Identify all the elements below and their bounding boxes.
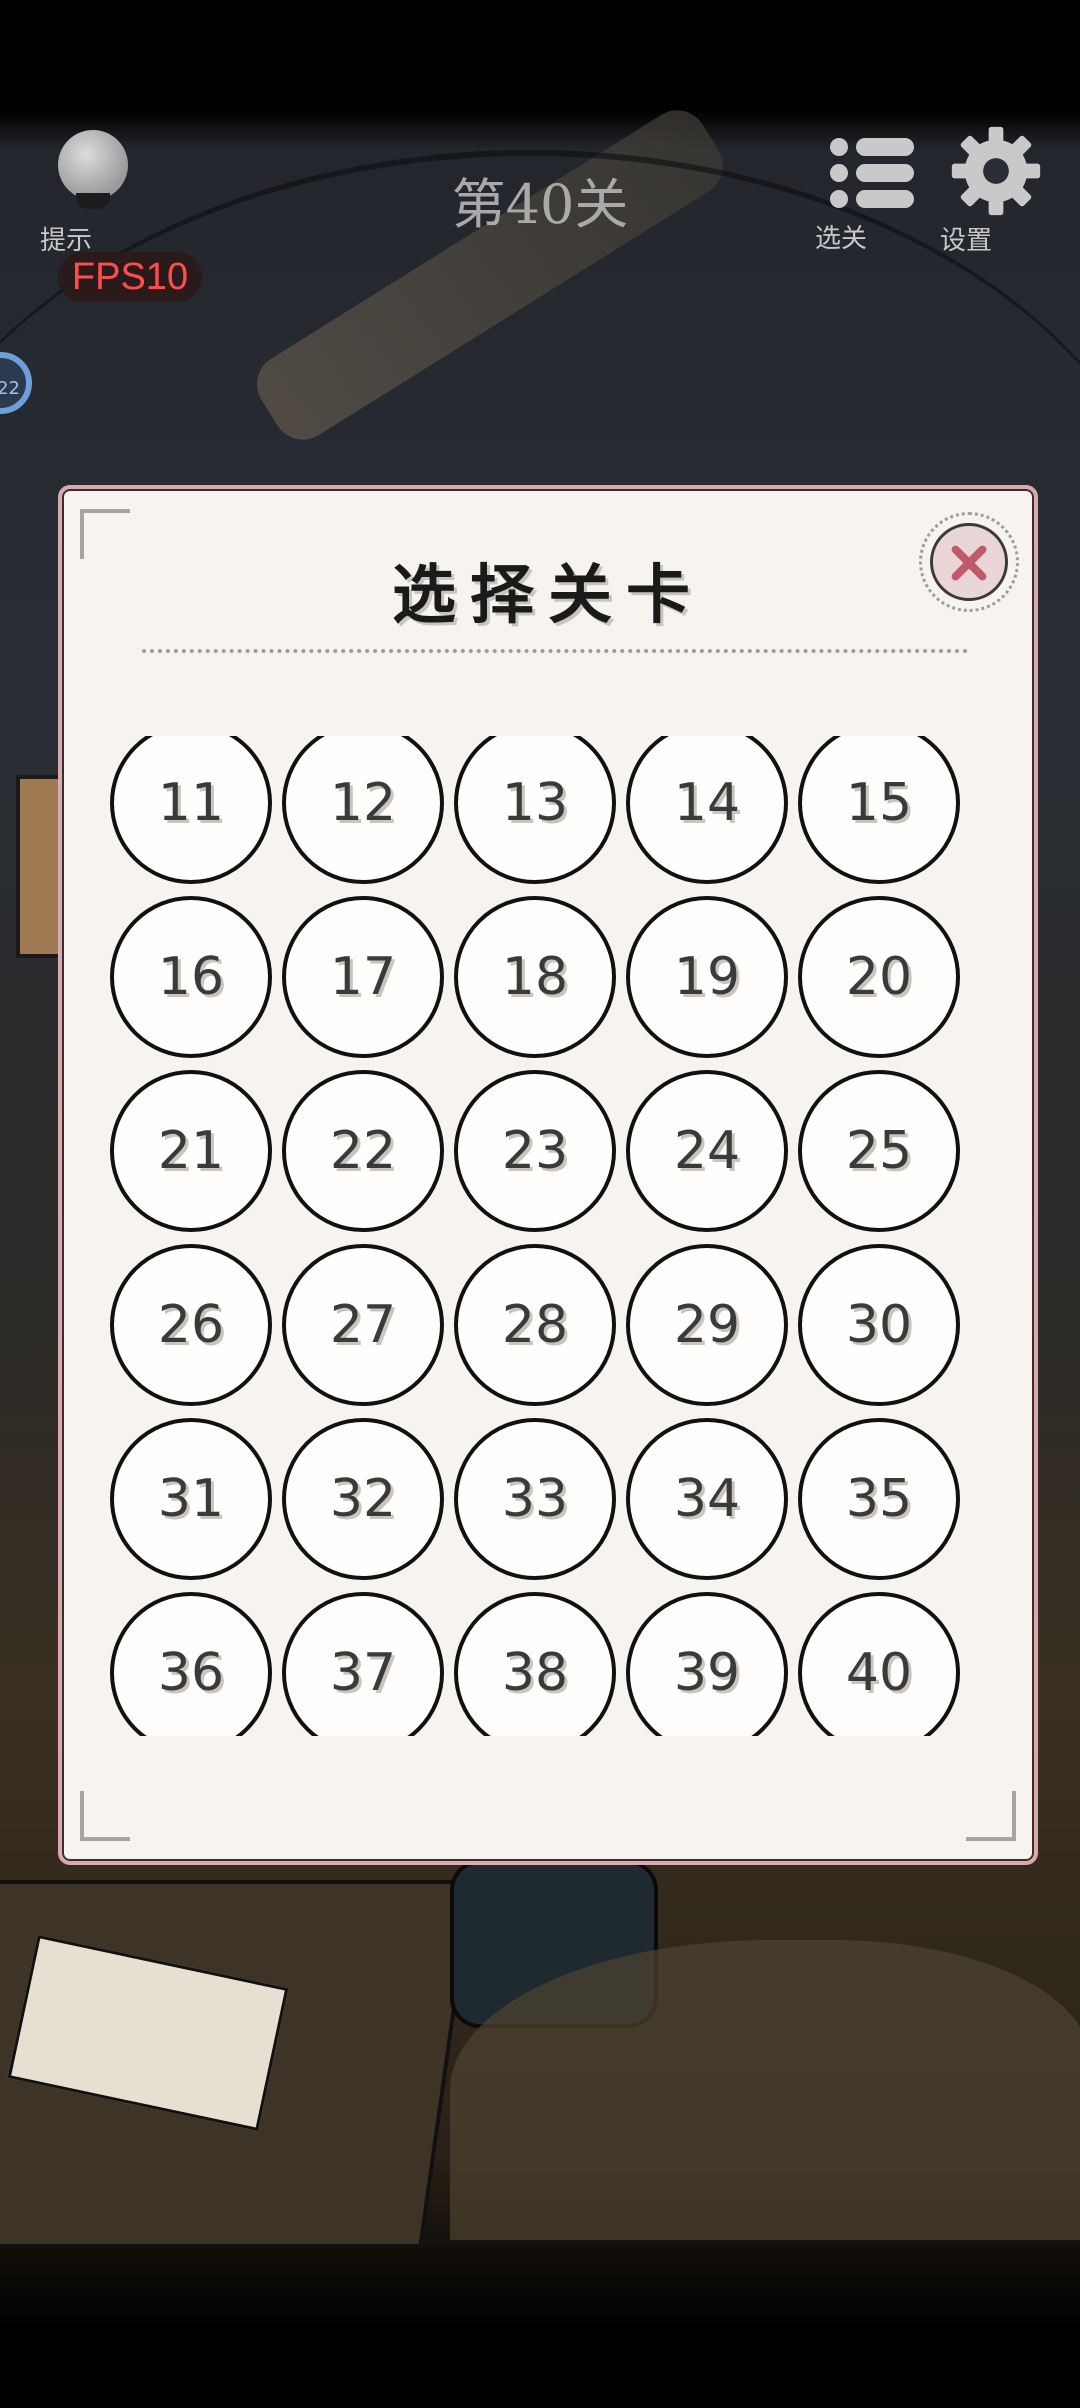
level-button[interactable]: 25 (798, 1070, 960, 1232)
level-grid-scroll[interactable]: 11 12 13 14 15 16 17 18 19 20 21 22 23 24 25 26 27 28 29 30… (102, 736, 1042, 1736)
corner-decoration (80, 1791, 130, 1841)
level-button[interactable]: 16 (110, 896, 272, 1058)
level-select-dialog: 选择关卡 11 12 13 14 15 16 17 18 19 20 21 22 23 24 25 26 27 2… (58, 485, 1038, 1865)
level-button[interactable]: 23 (454, 1070, 616, 1232)
level-button[interactable]: 29 (626, 1244, 788, 1406)
close-button[interactable] (919, 512, 1019, 612)
level-button[interactable]: 18 (454, 896, 616, 1058)
select-label: 选关 (815, 224, 868, 254)
lightbulb-base (76, 193, 110, 209)
select-level-button[interactable]: 选关 (815, 130, 925, 260)
level-button[interactable]: 28 (454, 1244, 616, 1406)
current-level-title: 第40关 (451, 173, 629, 236)
level-button[interactable]: 30 (798, 1244, 960, 1406)
level-button[interactable]: 11 (110, 736, 272, 884)
fps-counter: FPS10 (58, 252, 202, 302)
floor-rug-shape (450, 1940, 1080, 2240)
level-button[interactable]: 40 (798, 1592, 960, 1736)
level-button[interactable]: 19 (626, 896, 788, 1058)
level-button[interactable]: 21 (110, 1070, 272, 1232)
level-button[interactable]: 15 (798, 736, 960, 884)
level-button[interactable]: 14 (626, 736, 788, 884)
level-button[interactable]: 17 (282, 896, 444, 1058)
level-button[interactable]: 27 (282, 1244, 444, 1406)
corner-decoration (966, 1791, 1016, 1841)
level-button[interactable]: 26 (110, 1244, 272, 1406)
gear-icon (951, 126, 1041, 216)
level-button[interactable]: 22 (282, 1070, 444, 1232)
title-divider (142, 649, 968, 653)
level-button[interactable]: 24 (626, 1070, 788, 1232)
level-button[interactable]: 13 (454, 736, 616, 884)
level-button[interactable]: 33 (454, 1418, 616, 1580)
level-button[interactable]: 34 (626, 1418, 788, 1580)
level-button[interactable]: 31 (110, 1418, 272, 1580)
level-button[interactable]: 32 (282, 1418, 444, 1580)
level-button[interactable]: 37 (282, 1592, 444, 1736)
level-button[interactable]: 20 (798, 896, 960, 1058)
settings-label: 设置 (940, 226, 993, 256)
lightbulb-icon (58, 130, 128, 200)
level-button[interactable]: 36 (110, 1592, 272, 1736)
list-icon (830, 136, 914, 210)
level-button[interactable]: 38 (454, 1592, 616, 1736)
close-icon (930, 523, 1008, 601)
dialog-title: 选择关卡 (392, 559, 704, 633)
settings-button[interactable]: 设置 (940, 125, 1052, 260)
hint-button[interactable]: 提示 (40, 120, 150, 260)
level-button[interactable]: 12 (282, 736, 444, 884)
level-button[interactable]: 39 (626, 1592, 788, 1736)
level-button[interactable]: 35 (798, 1418, 960, 1580)
